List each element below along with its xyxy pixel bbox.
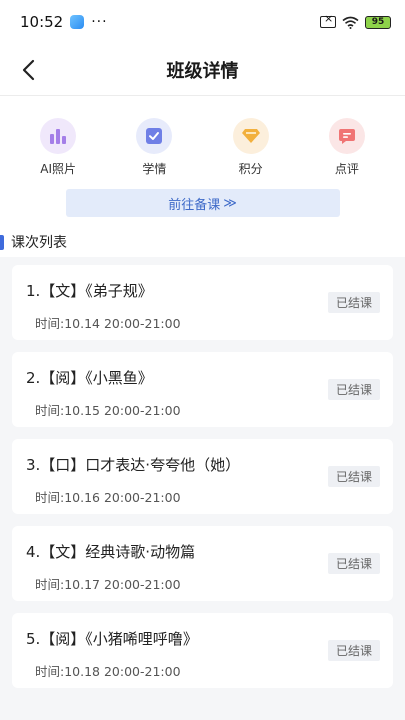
feature-label: 学情	[142, 162, 167, 176]
status-badge: 已结课	[327, 466, 380, 487]
status-badge: 已结课	[327, 640, 380, 661]
course-title: 3.【口】口才表达·夸夸他（她）	[26, 456, 241, 474]
feature-learning[interactable]: 学情	[118, 118, 190, 177]
course-title: 4.【文】经典诗歌·动物篇	[26, 543, 196, 561]
battery-icon: 95	[365, 15, 391, 29]
status-badge: 已结课	[327, 292, 380, 313]
feature-area: AI照片 学情 积分 点评 前往备课 ≫	[0, 96, 405, 227]
wifi-icon	[342, 16, 359, 29]
go-prepare-lesson-button[interactable]: 前往备课 ≫	[65, 189, 340, 217]
status-time: 10:52	[20, 13, 64, 31]
course-title: 1.【文】《弟子规》	[26, 282, 153, 300]
feature-label: AI照片	[40, 162, 76, 176]
checkbox-icon	[136, 118, 173, 154]
comment-icon	[328, 118, 365, 154]
top-area: 10:52 ··· 95 班级详情	[0, 0, 405, 96]
course-time: 时间:10.14 20:00-21:00	[35, 316, 181, 331]
course-time: 时间:10.18 20:00-21:00	[35, 664, 181, 679]
feature-row: AI照片 学情 积分 点评	[0, 118, 405, 177]
prep-label: 前往备课	[168, 197, 221, 213]
double-chevron-right-icon: ≫	[223, 195, 237, 211]
feature-points[interactable]: 积分	[215, 118, 287, 177]
course-card[interactable]: 1.【文】《弟子规》 时间:10.14 20:00-21:00 已结课	[12, 265, 393, 340]
course-time: 时间:10.17 20:00-21:00	[35, 577, 181, 592]
more-notifications-icon: ···	[91, 14, 108, 30]
course-card[interactable]: 5.【阅】《小猪唏哩呼噜》 时间:10.18 20:00-21:00 已结课	[12, 613, 393, 688]
section-title: 课次列表	[11, 235, 67, 251]
bar-chart-icon	[40, 118, 77, 154]
feature-label: 点评	[334, 162, 359, 176]
status-badge: 已结课	[327, 553, 380, 574]
course-time: 时间:10.15 20:00-21:00	[35, 403, 181, 418]
page-title: 班级详情	[166, 60, 239, 82]
section-header: 课次列表	[0, 227, 405, 257]
course-title: 5.【阅】《小猪唏哩呼噜》	[26, 630, 198, 648]
course-card[interactable]: 4.【文】经典诗歌·动物篇 时间:10.17 20:00-21:00 已结课	[12, 526, 393, 601]
chevron-left-icon	[22, 59, 35, 81]
course-card[interactable]: 3.【口】口才表达·夸夸他（她） 时间:10.16 20:00-21:00 已结…	[12, 439, 393, 514]
app-notification-icon	[70, 15, 85, 29]
status-badge: 已结课	[327, 379, 380, 400]
feature-ai-photo[interactable]: AI照片	[22, 118, 94, 177]
course-title: 2.【阅】《小黑鱼》	[26, 369, 153, 387]
course-list: 1.【文】《弟子规》 时间:10.14 20:00-21:00 已结课 2.【阅…	[0, 257, 405, 688]
diamond-icon	[232, 118, 269, 154]
back-button[interactable]	[12, 54, 44, 86]
course-time: 时间:10.16 20:00-21:00	[35, 490, 181, 505]
nav-bar: 班级详情	[0, 44, 405, 96]
feature-label: 积分	[238, 162, 263, 176]
section-accent-bar	[0, 234, 4, 250]
feature-comment[interactable]: 点评	[311, 118, 383, 177]
status-bar: 10:52 ··· 95	[0, 0, 405, 44]
course-card[interactable]: 2.【阅】《小黑鱼》 时间:10.15 20:00-21:00 已结课	[12, 352, 393, 427]
sim-off-icon	[320, 12, 336, 28]
